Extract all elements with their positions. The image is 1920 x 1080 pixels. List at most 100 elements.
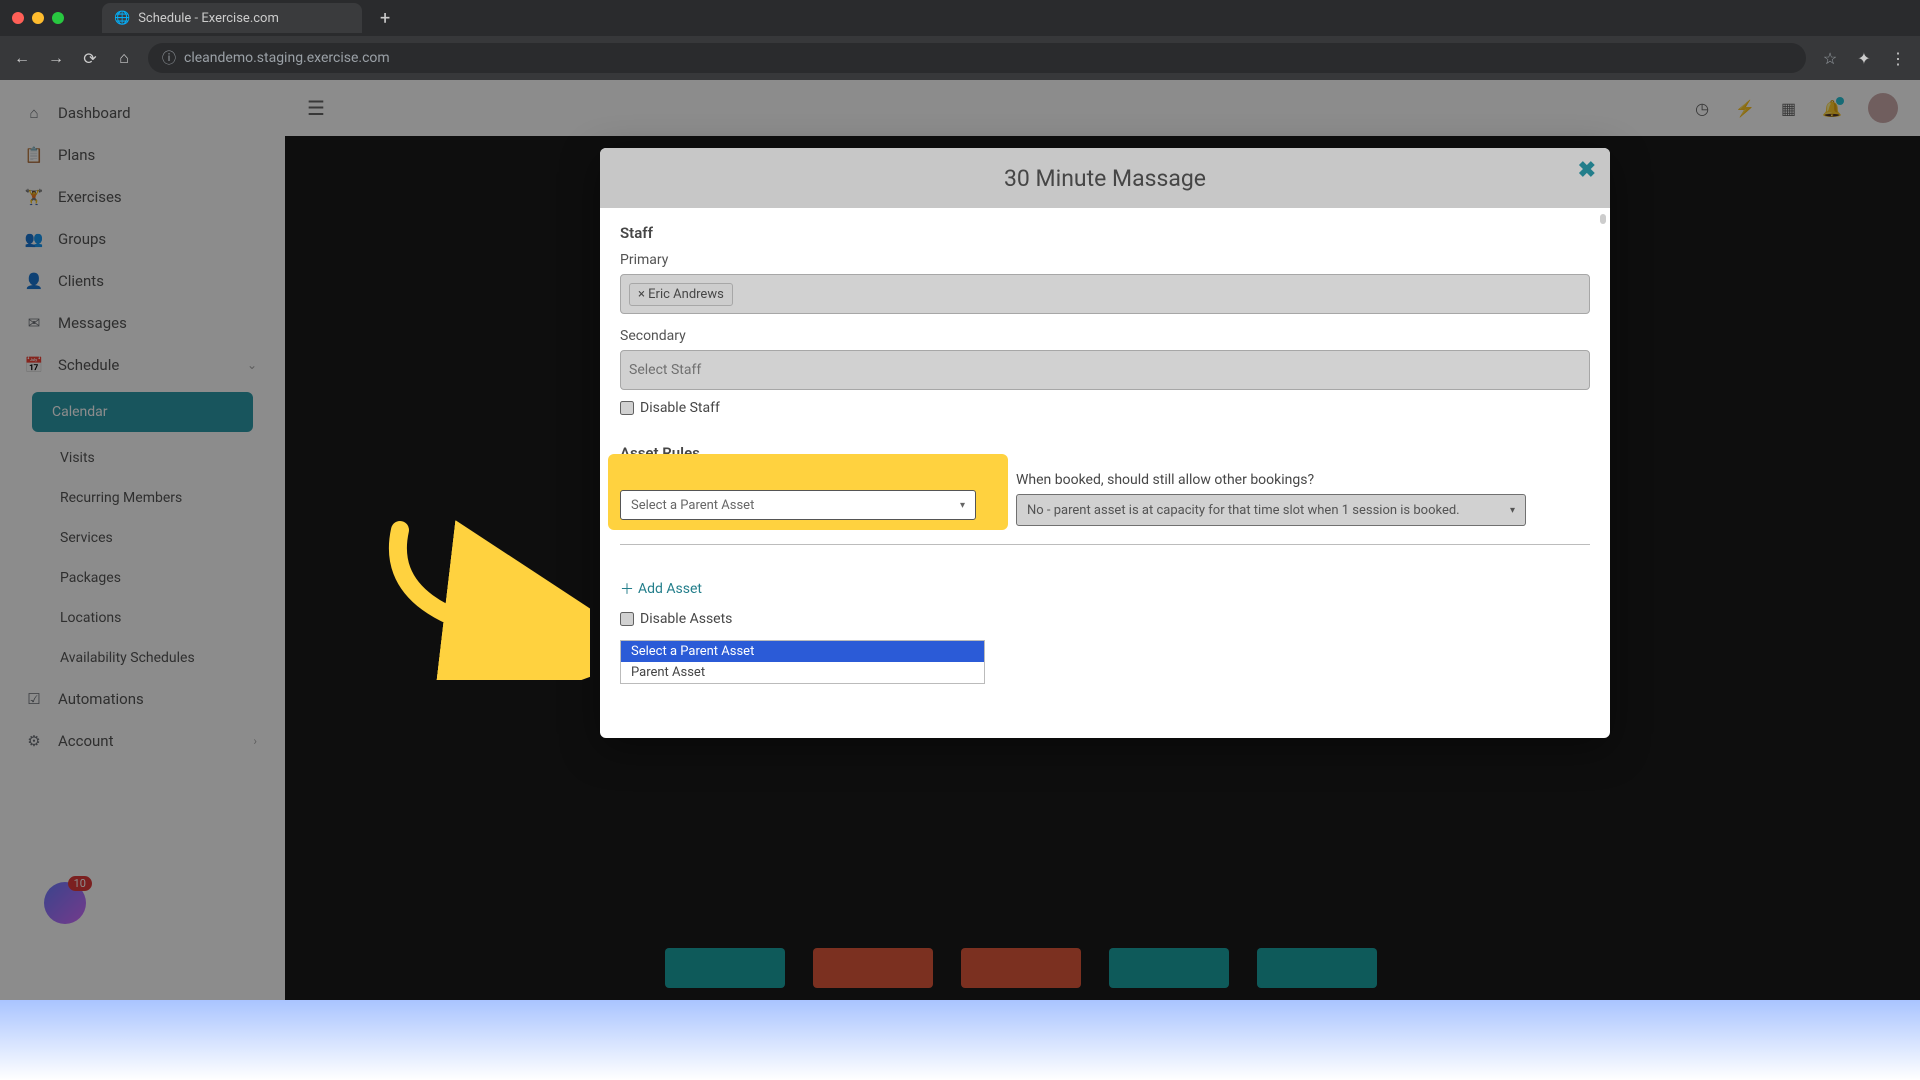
person-icon: 👤 bbox=[24, 272, 44, 290]
back-icon[interactable]: ← bbox=[12, 48, 32, 68]
home-icon[interactable]: ⌂ bbox=[114, 48, 134, 68]
close-window-icon[interactable] bbox=[12, 12, 24, 24]
calendar-events bbox=[665, 948, 1377, 988]
hamburger-icon[interactable]: ☰ bbox=[307, 96, 325, 120]
close-icon[interactable]: ✖ bbox=[1578, 158, 1596, 183]
frame-gradient bbox=[0, 1000, 1920, 1080]
sidebar-sub-recurring-members[interactable]: Recurring Members bbox=[0, 478, 285, 518]
sidebar-item-account[interactable]: ⚙ Account › bbox=[0, 720, 285, 762]
add-asset-label: Add Asset bbox=[638, 581, 702, 597]
dropdown-option[interactable]: Select a Parent Asset bbox=[621, 641, 984, 662]
parent-asset-dropdown-menu: Select a Parent Asset Parent Asset bbox=[620, 640, 985, 684]
window-controls bbox=[12, 12, 64, 24]
clipboard-icon: 📋 bbox=[24, 146, 44, 164]
sidebar-sub-availability-schedules[interactable]: Availability Schedules bbox=[0, 638, 285, 678]
apps-grid-icon[interactable]: ▦ bbox=[1781, 99, 1796, 118]
sidebar-item-label: Exercises bbox=[58, 188, 122, 206]
select-parent-asset-dropdown[interactable]: Select a Parent Asset ▾ bbox=[620, 490, 976, 520]
maximize-window-icon[interactable] bbox=[52, 12, 64, 24]
disable-staff-label: Disable Staff bbox=[640, 400, 720, 416]
forward-icon[interactable]: → bbox=[46, 48, 66, 68]
sidebar-item-label: Automations bbox=[58, 690, 144, 708]
minimize-window-icon[interactable] bbox=[32, 12, 44, 24]
sidebar-item-exercises[interactable]: 🏋Exercises bbox=[0, 176, 285, 218]
scrollbar-thumb[interactable] bbox=[1600, 214, 1606, 224]
placeholder-text: Select Staff bbox=[629, 362, 701, 378]
chip-label: Eric Andrews bbox=[648, 287, 724, 302]
select-value: Select a Parent Asset bbox=[631, 498, 754, 513]
sidebar-item-groups[interactable]: 👥 Groups bbox=[0, 218, 285, 260]
badge-count: 10 bbox=[68, 876, 92, 891]
disable-staff-checkbox[interactable] bbox=[620, 401, 634, 415]
disable-staff-row[interactable]: Disable Staff bbox=[620, 400, 1590, 416]
secondary-label: Secondary bbox=[620, 328, 1590, 344]
viewport: ⌂ Dashboard 📋 Plans 🏋Exercises 👥 Groups 👤Cl… bbox=[0, 80, 1920, 1080]
staff-chip[interactable]: × Eric Andrews bbox=[629, 283, 733, 306]
sidebar-item-clients[interactable]: 👤Clients bbox=[0, 260, 285, 302]
sidebar-item-label: Groups bbox=[58, 230, 106, 248]
home-icon: ⌂ bbox=[24, 104, 44, 122]
modal-header: 30 Minute Massage ✖ bbox=[600, 148, 1610, 208]
select-value: No - parent asset is at capacity for tha… bbox=[1027, 503, 1460, 518]
lightning-icon[interactable]: ⚡ bbox=[1735, 99, 1755, 118]
secondary-staff-input[interactable]: Select Staff bbox=[620, 350, 1590, 390]
sidebar-sub-services[interactable]: Services bbox=[0, 518, 285, 558]
sidebar-item-label: Account bbox=[58, 732, 114, 750]
disable-assets-label: Disable Assets bbox=[640, 611, 732, 627]
browser-toolbar: ← → ⟳ ⌂ ⓘ cleandemo.staging.exercise.com… bbox=[0, 36, 1920, 80]
sidebar-sub-calendar[interactable]: Calendar bbox=[32, 392, 253, 432]
mail-icon: ✉ bbox=[24, 314, 44, 332]
calendar-event[interactable] bbox=[665, 948, 785, 988]
caret-down-icon: ▾ bbox=[1510, 505, 1515, 516]
address-bar[interactable]: ⓘ cleandemo.staging.exercise.com bbox=[148, 43, 1806, 73]
chevron-down-icon: ⌄ bbox=[247, 358, 257, 372]
calendar-event[interactable] bbox=[1257, 948, 1377, 988]
browser-menu-icon[interactable]: ⋮ bbox=[1888, 48, 1908, 68]
sidebar-item-label: Dashboard bbox=[58, 104, 131, 122]
chevron-right-icon: › bbox=[253, 734, 257, 748]
disable-assets-checkbox[interactable] bbox=[620, 612, 634, 626]
clock-icon[interactable]: ◷ bbox=[1695, 99, 1709, 118]
sidebar-sub-packages[interactable]: Packages bbox=[0, 558, 285, 598]
sidebar-item-automations[interactable]: ☑Automations bbox=[0, 678, 285, 720]
disable-assets-row[interactable]: Disable Assets bbox=[620, 611, 1590, 627]
allow-bookings-dropdown[interactable]: No - parent asset is at capacity for tha… bbox=[1016, 494, 1526, 526]
url-text: cleandemo.staging.exercise.com bbox=[184, 50, 390, 66]
sidebar-item-plans[interactable]: 📋 Plans bbox=[0, 134, 285, 176]
bookmark-star-icon[interactable]: ☆ bbox=[1820, 48, 1840, 68]
sidebar-item-label: Plans bbox=[58, 146, 95, 164]
plus-icon: ＋ bbox=[620, 579, 634, 599]
sidebar-item-messages[interactable]: ✉Messages bbox=[0, 302, 285, 344]
service-modal: 30 Minute Massage ✖ Staff Primary × Eric… bbox=[600, 148, 1610, 738]
calendar-event[interactable] bbox=[813, 948, 933, 988]
sidebar-item-dashboard[interactable]: ⌂ Dashboard bbox=[0, 92, 285, 134]
calendar-icon: 📅 bbox=[24, 356, 44, 374]
divider bbox=[620, 544, 1590, 545]
sidebar-item-schedule[interactable]: 📅Schedule⌄ bbox=[0, 344, 285, 386]
gear-icon: ⚙ bbox=[24, 732, 44, 750]
sidebar-sub-locations[interactable]: Locations bbox=[0, 598, 285, 638]
primary-staff-input[interactable]: × Eric Andrews bbox=[620, 274, 1590, 314]
site-info-icon: ⓘ bbox=[162, 48, 176, 68]
sidebar-sub-visits[interactable]: Visits bbox=[0, 438, 285, 478]
calendar-event[interactable] bbox=[1109, 948, 1229, 988]
dropdown-option[interactable]: Parent Asset bbox=[621, 662, 984, 683]
avatar[interactable] bbox=[1868, 93, 1898, 123]
globe-icon: 🌐 bbox=[114, 11, 130, 26]
browser-tab[interactable]: 🌐 Schedule - Exercise.com bbox=[102, 3, 362, 33]
app-topbar: ☰ ◷ ⚡ ▦ 🔔 bbox=[285, 80, 1920, 136]
helper-widget[interactable]: 10 bbox=[44, 882, 86, 924]
new-tab-button[interactable]: + bbox=[380, 8, 390, 29]
reload-icon[interactable]: ⟳ bbox=[80, 48, 100, 68]
primary-label: Primary bbox=[620, 252, 1590, 268]
extensions-icon[interactable]: ✦ bbox=[1854, 48, 1874, 68]
allow-bookings-label: When booked, should still allow other bo… bbox=[1016, 472, 1590, 488]
notification-dot bbox=[1836, 97, 1844, 105]
calendar-event[interactable] bbox=[961, 948, 1081, 988]
people-icon: 👥 bbox=[24, 230, 44, 248]
bell-icon[interactable]: 🔔 bbox=[1822, 99, 1842, 118]
caret-down-icon: ▾ bbox=[960, 500, 965, 511]
browser-tab-bar: 🌐 Schedule - Exercise.com + bbox=[0, 0, 1920, 36]
modal-title: 30 Minute Massage bbox=[1004, 165, 1206, 192]
add-asset-button[interactable]: ＋Add Asset bbox=[620, 579, 1590, 599]
